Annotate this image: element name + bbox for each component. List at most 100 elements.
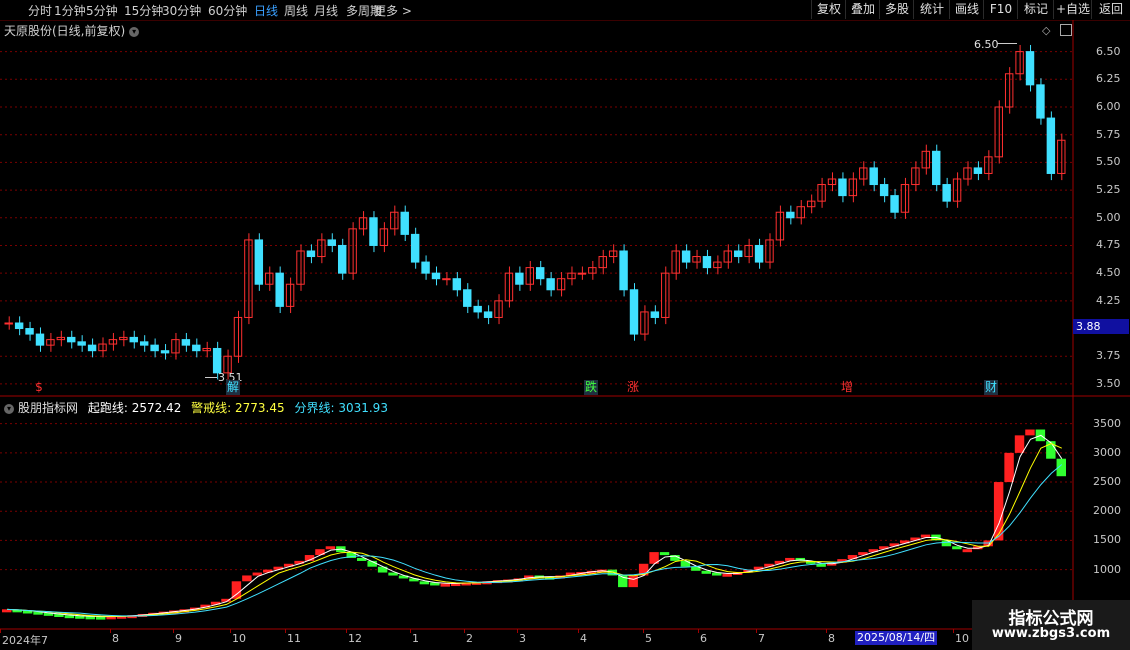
candle-body [431,272,441,280]
candle-body [150,344,159,352]
date-tick: 2 [466,632,473,645]
candle-body [212,347,222,374]
candle-body [463,289,472,307]
indicator-bar [325,546,336,550]
indicator-tick: 1500 [1093,533,1121,547]
date-tick: 6 [700,632,707,645]
price-tick: 4.25 [1096,293,1121,307]
indicator-legend: ▾ 股朋指标网 起跑线: 2572.42 警戒线: 2773.45 分界线: 30… [4,399,388,416]
price-tick: 5.50 [1096,155,1121,169]
candle-body [536,267,545,280]
date-tick: 8 [828,632,835,645]
date-tick: 8 [112,632,119,645]
stock-chart[interactable] [0,0,1130,650]
date-tick-mark [953,629,954,633]
indicator-bar [242,575,252,582]
date-tick-mark [826,629,827,633]
candle-body [160,350,170,354]
candle-body [452,278,462,291]
candle-body [1025,51,1035,86]
high-arrow [997,43,1017,44]
date-tick: 10 [955,632,969,645]
indicator-line1: 起跑线: 2572.42 [87,401,182,415]
indicator-bar [1004,452,1014,483]
candle-body [327,239,336,246]
candle-body [734,250,743,258]
date-tick-mark [756,629,757,633]
indicator-line2: 警戒线: 2773.45 [191,401,285,415]
candle-body [87,344,97,352]
candle-body [1036,84,1045,119]
candle-body [483,311,493,318]
candle-body [754,244,764,263]
indicator-bar [659,552,670,556]
high-annotation: 6.50 [974,38,999,51]
date-tick-mark [410,629,411,633]
candle-body [4,322,13,325]
date-tick: 5 [645,632,652,645]
candle-body [192,344,201,352]
chevron-down-icon[interactable]: ▾ [4,403,14,414]
date-tick-mark [578,629,579,633]
indicator-series [2,429,1066,620]
candle-body [306,250,316,258]
candle-body [400,211,409,235]
candle-body [838,178,847,197]
price-tick: 3.50 [1096,376,1121,390]
date-tick: 7 [758,632,765,645]
event-marker[interactable]: 跌 [584,380,598,395]
candle-body [515,272,524,285]
candle-body [181,339,191,346]
candle-body [337,244,347,274]
indicator-bar [952,546,962,550]
candle-body [952,178,962,202]
price-tick: 5.25 [1096,183,1121,197]
candle-body [806,200,816,208]
date-tick: 10 [232,632,246,645]
watermark: 指标公式网 www.zbgs3.com [972,600,1130,650]
date-tick: 11 [287,632,301,645]
indicator-bar [962,549,973,553]
event-marker[interactable]: $ [32,380,46,395]
date-tick-mark [230,629,231,633]
current-price-label: 3.88 [1073,319,1129,334]
event-marker[interactable]: 解 [226,380,240,395]
indicator-bar [628,575,638,588]
date-tick: 2024年7 [2,634,48,647]
watermark-url: www.zbgs3.com [991,626,1111,641]
candle-body [410,233,420,263]
price-tick: 6.00 [1096,100,1121,113]
event-marker[interactable]: 财 [984,380,998,395]
date-tick-mark [173,629,174,633]
indicator-tick: 3000 [1093,445,1121,459]
date-tick-mark [346,629,347,633]
candle-body [1046,117,1056,174]
candle-body [275,272,284,307]
line1-curve [7,434,1063,618]
date-tick: 4 [580,632,587,645]
indicator-line3: 分界线: 3031.93 [294,401,388,415]
price-tick: 3.75 [1096,349,1121,363]
event-marker[interactable]: 增 [840,380,854,395]
event-marker[interactable]: 涨 [626,380,640,395]
candle-body [473,305,482,313]
candle-body [421,261,430,274]
candle-body [681,250,691,263]
candle-body [650,311,660,318]
line2-curve [7,442,1062,617]
indicator-tick: 3500 [1093,416,1121,430]
candle-body [869,167,878,186]
price-tick: 4.50 [1096,266,1121,280]
candle-body [14,322,24,330]
price-tick: 5.00 [1096,210,1121,224]
candle-body [827,178,837,186]
indicator-tick: 2000 [1093,504,1121,518]
date-tick-mark [0,629,1,633]
candle-body [786,211,795,219]
candle-body [994,106,1003,158]
date-tick-mark [110,629,111,633]
candle-body [702,256,712,269]
price-tick: 6.50 [1096,44,1121,58]
indicator-bar [440,583,450,587]
candle-body [35,333,45,346]
